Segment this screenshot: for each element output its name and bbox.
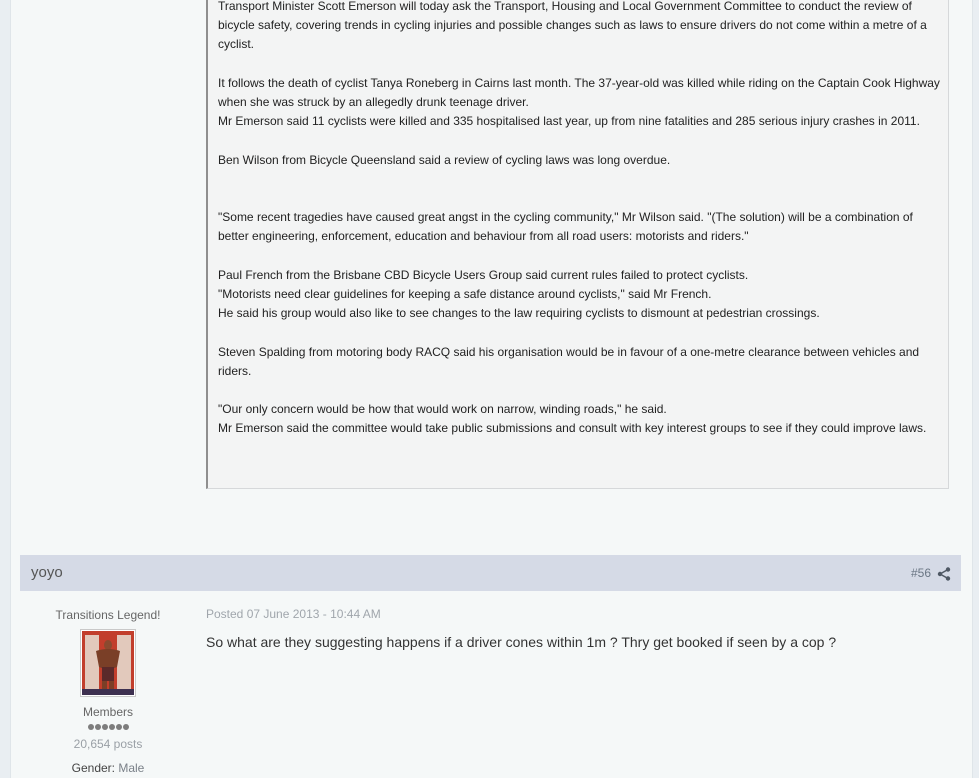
post-date: Posted 07 June 2013 - 10:44 AM [206,607,381,621]
member-title: Transitions Legend! [55,608,161,622]
rank-pip [101,724,108,730]
quoted-article: Transport Minister Scott Emerson will to… [206,0,949,489]
rank-pips [23,722,193,730]
article-paragraph: "Our only concern would be how that woul… [218,402,667,417]
article-paragraph: He said his group would also like to see… [218,306,820,321]
rank-pip [108,724,115,730]
article-paragraph: Transport Minister Scott Emerson will to… [218,0,927,52]
article-paragraph: Mr Emerson said the committee would take… [218,421,927,436]
avatar[interactable] [80,629,136,697]
gender-value: Male [118,761,145,775]
article-paragraph: Paul French from the Brisbane CBD Bicycl… [218,267,749,282]
post-header: yoyo #56 [20,555,961,591]
rank-pip [94,724,101,730]
share-icon[interactable] [937,567,951,581]
author-name-link[interactable]: yoyo [31,564,63,581]
article-paragraph: Ben Wilson from Bicycle Queensland said … [218,152,671,167]
article-paragraph: It follows the death of cyclist Tanya Ro… [218,75,940,109]
post-count: 20,654 posts [73,737,143,751]
member-group: Members [82,705,133,719]
gender-info: Gender: Male [23,761,193,775]
rank-pip [115,724,122,730]
rank-pip [87,724,94,730]
quoted-article-text: Transport Minister Scott Emerson will to… [218,0,940,439]
page-content: Transport Minister Scott Emerson will to… [10,0,973,778]
post-number-link[interactable]: #56 [911,566,931,580]
article-paragraph: "Some recent tragedies have caused great… [218,210,913,244]
rank-pip [122,724,129,730]
gender-label: Gender: [71,761,115,775]
article-paragraph: Steven Spalding from motoring body RACQ … [218,344,920,378]
author-info: Transitions Legend! Members 20,654 posts… [23,607,193,775]
article-paragraph: Mr Emerson said 11 cyclists were killed … [218,114,920,129]
post-body: So what are they suggesting happens if a… [206,634,837,650]
article-paragraph: "Motorists need clear guidelines for kee… [218,286,712,301]
